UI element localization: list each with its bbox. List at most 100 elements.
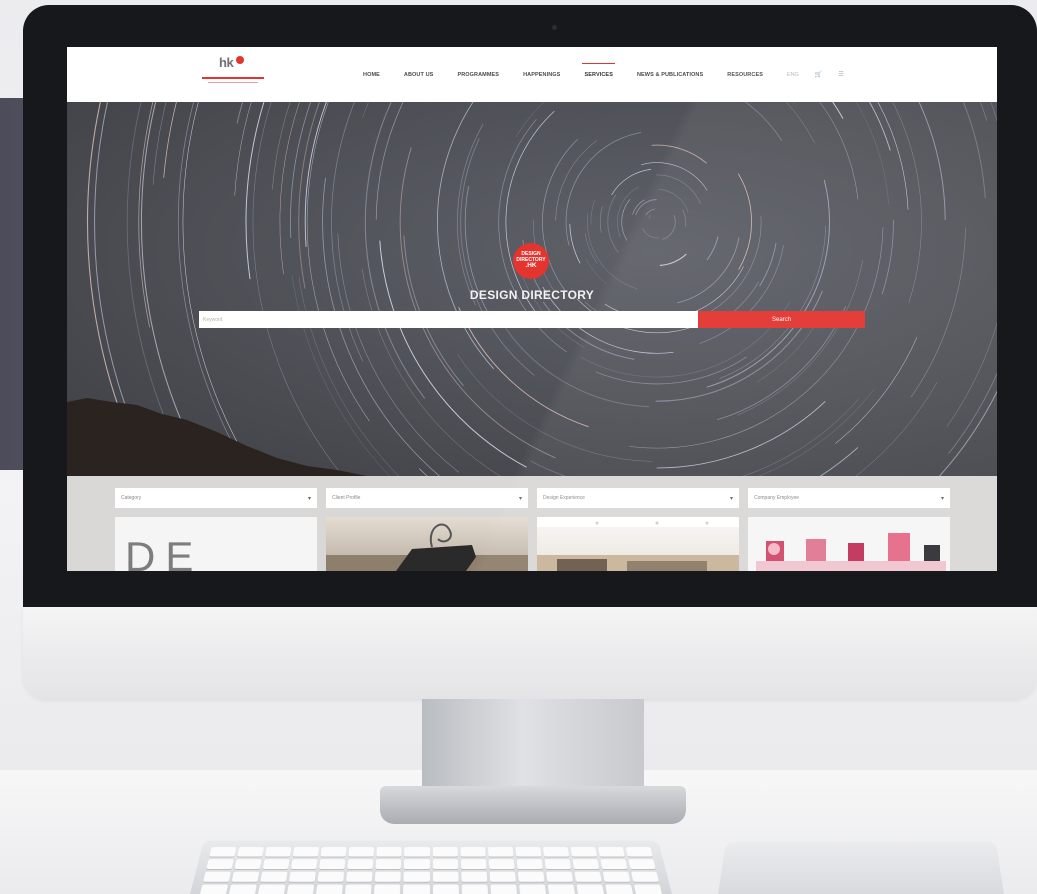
directory-card[interactable] — [748, 517, 950, 571]
keyboard-key — [633, 884, 663, 894]
design-experience-select-label: Design Experience — [543, 495, 585, 501]
category-select[interactable]: Category ▾ — [115, 488, 317, 508]
card-logo-text: DE MORE — [125, 533, 204, 571]
directory-card[interactable]: DE MORE — [115, 517, 317, 571]
keyboard-key — [432, 847, 458, 857]
page-title: DESIGN DIRECTORY — [469, 288, 595, 302]
monitor-stand-neck — [422, 699, 644, 789]
keyboard-key — [404, 847, 430, 857]
keyboard-key — [289, 871, 317, 882]
keyboard-key — [547, 884, 575, 894]
search-input[interactable] — [199, 311, 698, 328]
hkdc-logo[interactable]: hk — [202, 55, 264, 91]
keyboard-key — [375, 859, 402, 870]
keyboard-key — [257, 884, 286, 894]
nav-happenings[interactable]: HAPPENINGS — [523, 72, 560, 78]
keyboard-key — [570, 847, 597, 857]
monitor-chin — [23, 607, 1037, 699]
site-header: hk HOME ABOUT US PROGRAMMES HAPPENINGS S… — [67, 47, 997, 102]
design-experience-select[interactable]: Design Experience ▾ — [537, 488, 739, 508]
keyboard-key — [432, 859, 458, 870]
keyboard-key — [572, 859, 600, 870]
company-employee-select-label: Company Employee — [754, 495, 800, 501]
client-profile-select-label: Client Profile — [332, 495, 361, 501]
keyboard-key — [597, 847, 625, 857]
trackpad — [718, 841, 1004, 894]
monitor-stand-base — [380, 786, 686, 824]
keyboard-key — [516, 859, 543, 870]
logo-subline — [208, 82, 258, 83]
keyboard-key — [460, 847, 486, 857]
nav-news-publications[interactable]: NEWS & PUBLICATIONS — [637, 72, 703, 78]
client-profile-select[interactable]: Client Profile ▾ — [326, 488, 528, 508]
keyboard-key — [209, 847, 237, 857]
keyboard — [190, 840, 672, 894]
keyboard-key — [460, 871, 487, 882]
main-nav: HOME ABOUT US PROGRAMMES HAPPENINGS SERV… — [363, 47, 860, 102]
keyboard-key — [375, 871, 402, 882]
keyboard-key — [545, 871, 573, 882]
keyboard-key — [347, 859, 374, 870]
keyboard-key — [432, 871, 459, 882]
directory-card[interactable] — [326, 517, 528, 571]
keyboard-key — [518, 884, 546, 894]
keyboard-key — [228, 884, 257, 894]
keyboard-key — [199, 884, 229, 894]
cart-icon[interactable]: 🛒 — [815, 71, 822, 78]
keyboard-key — [237, 847, 265, 857]
keyboard-key — [316, 884, 344, 894]
keyboard-key — [574, 871, 602, 882]
keyboard-key — [265, 847, 292, 857]
keyboard-key — [203, 871, 232, 882]
keyboard-key — [376, 847, 402, 857]
keyboard-key — [206, 859, 234, 870]
keyboard-key — [317, 871, 345, 882]
nav-about-us[interactable]: ABOUT US — [404, 72, 434, 78]
nav-programmes[interactable]: PROGRAMMES — [457, 72, 499, 78]
keyboard-key — [490, 884, 517, 894]
keyboard-key — [404, 859, 430, 870]
keyboard-key — [403, 884, 430, 894]
nav-home[interactable]: HOME — [363, 72, 380, 78]
keyboard-key — [517, 871, 545, 882]
company-employee-select[interactable]: Company Employee ▾ — [748, 488, 950, 508]
keyboard-key — [576, 884, 605, 894]
chevron-down-icon: ▾ — [307, 495, 311, 502]
keyboard-key — [403, 871, 430, 882]
keyboard-key — [461, 884, 488, 894]
keyboard-key — [231, 871, 260, 882]
nav-resources[interactable]: RESOURCES — [727, 72, 763, 78]
keyboard-key — [348, 847, 375, 857]
keyboard-key — [319, 859, 346, 870]
menu-icon[interactable]: ☰ — [838, 71, 843, 78]
keyboard-key — [287, 884, 315, 894]
keyboard-key — [487, 847, 514, 857]
keyboard-key — [515, 847, 542, 857]
directory-card[interactable] — [537, 517, 739, 571]
design-directory-badge: DESIGN DIRECTORY .HK — [513, 243, 549, 279]
keyboard-key — [346, 871, 373, 882]
chevron-down-icon: ▾ — [940, 495, 944, 502]
language-switch[interactable]: ENG — [787, 72, 799, 78]
keyboard-key — [432, 884, 459, 894]
keyboard-key — [260, 871, 288, 882]
monitor-screen: hk HOME ABOUT US PROGRAMMES HAPPENINGS S… — [67, 47, 997, 571]
keyboard-key — [630, 871, 659, 882]
keyboard-key — [374, 884, 401, 894]
keyboard-key — [602, 871, 631, 882]
camera-icon — [552, 25, 557, 30]
logo-underline — [202, 77, 264, 79]
logo-dot-icon — [236, 56, 244, 64]
search-button[interactable]: Search — [698, 311, 865, 328]
card-image-sculpture — [326, 523, 528, 571]
card-image-products — [756, 533, 946, 571]
keyboard-key — [542, 847, 569, 857]
keyboard-key — [488, 859, 515, 870]
chevron-down-icon: ▾ — [518, 495, 522, 502]
nav-services[interactable]: SERVICES — [582, 62, 615, 78]
hero-banner: DESIGN DIRECTORY .HK DESIGN DIRECTORY Se… — [67, 102, 997, 476]
search-bar: Search — [199, 311, 865, 328]
chevron-down-icon: ▾ — [729, 495, 733, 502]
keyboard-key — [320, 847, 347, 857]
badge-line-3: .HK — [525, 261, 537, 269]
